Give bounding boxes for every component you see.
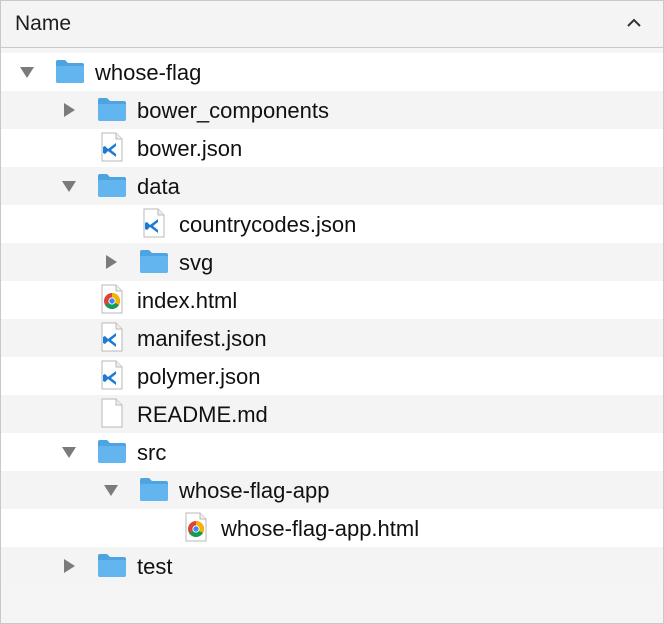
vscode-file-icon xyxy=(101,322,123,352)
disclosure-expanded-icon[interactable] xyxy=(19,64,35,80)
folder-name: whose-flag xyxy=(95,60,202,85)
disclosure-expanded-icon[interactable] xyxy=(103,482,119,498)
file-name: whose-flag-app.html xyxy=(221,516,420,541)
folder-icon xyxy=(98,554,126,577)
file-row[interactable]: README.md xyxy=(1,395,663,433)
file-row[interactable]: whose-flag-app.html xyxy=(1,509,663,547)
folder-name: src xyxy=(137,440,167,465)
file-name: manifest.json xyxy=(137,326,267,351)
file-name: countrycodes.json xyxy=(179,212,357,237)
file-name: bower.json xyxy=(137,136,243,161)
vscode-file-icon xyxy=(101,360,123,390)
disclosure-expanded-icon[interactable] xyxy=(61,178,77,194)
folder-row[interactable]: whose-flag xyxy=(1,53,663,91)
folder-row[interactable]: test xyxy=(1,547,663,585)
column-header[interactable]: Name xyxy=(1,1,663,48)
disclosure-expanded-icon[interactable] xyxy=(61,444,77,460)
chrome-file-icon xyxy=(101,284,123,314)
folder-name: svg xyxy=(179,250,214,275)
file-browser-window: Name whose-flag bower_components bower.jso… xyxy=(0,0,664,624)
folder-icon xyxy=(140,250,168,273)
folder-row[interactable]: bower_components xyxy=(1,91,663,129)
name-column-label: Name xyxy=(15,12,72,35)
folder-name: data xyxy=(137,174,180,199)
folder-row[interactable]: whose-flag-app xyxy=(1,471,663,509)
document-file-icon xyxy=(101,398,123,428)
folder-row[interactable]: data xyxy=(1,167,663,205)
chrome-file-icon xyxy=(185,512,207,542)
disclosure-collapsed-icon[interactable] xyxy=(61,102,77,118)
file-row[interactable]: polymer.json xyxy=(1,357,663,395)
folder-name: bower_components xyxy=(137,98,330,123)
disclosure-collapsed-icon[interactable] xyxy=(61,558,77,574)
file-name: index.html xyxy=(137,288,238,313)
file-row[interactable]: countrycodes.json xyxy=(1,205,663,243)
file-tree: whose-flag bower_components bower.json data… xyxy=(1,53,663,585)
folder-name: whose-flag-app xyxy=(179,478,330,503)
disclosure-collapsed-icon[interactable] xyxy=(103,254,119,270)
file-row[interactable]: bower.json xyxy=(1,129,663,167)
folder-icon xyxy=(98,98,126,121)
file-name: polymer.json xyxy=(137,364,261,389)
folder-row[interactable]: svg xyxy=(1,243,663,281)
folder-icon xyxy=(56,60,84,83)
folder-icon xyxy=(140,478,168,501)
vscode-file-icon xyxy=(101,132,123,162)
folder-row[interactable]: src xyxy=(1,433,663,471)
chevron-up-icon[interactable] xyxy=(625,16,643,30)
folder-icon xyxy=(98,440,126,463)
file-row[interactable]: manifest.json xyxy=(1,319,663,357)
vscode-file-icon xyxy=(143,208,165,238)
folder-icon xyxy=(98,174,126,197)
file-name: README.md xyxy=(137,402,268,427)
file-row[interactable]: index.html xyxy=(1,281,663,319)
folder-name: test xyxy=(137,554,173,579)
